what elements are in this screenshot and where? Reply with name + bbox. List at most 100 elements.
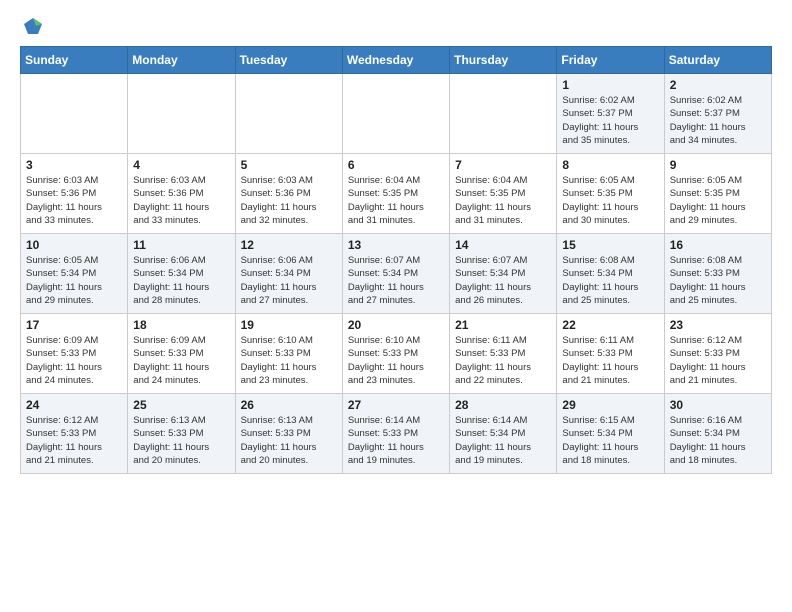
day-info: Sunrise: 6:08 AM Sunset: 5:33 PM Dayligh…	[670, 254, 766, 307]
calendar-day-cell: 8 Sunrise: 6:05 AM Sunset: 5:35 PM Daylig…	[557, 154, 664, 234]
day-info: Sunrise: 6:09 AM Sunset: 5:33 PM Dayligh…	[133, 334, 229, 387]
calendar-day-cell: 21 Sunrise: 6:11 AM Sunset: 5:33 PM Dayli…	[450, 314, 557, 394]
calendar-day-cell: 22Sunrise: 6:11 AM Sunset: 5:33 PM Dayli…	[557, 314, 664, 394]
calendar-day-cell: 7Sunrise: 6:04 AM Sunset: 5:35 PM Daylig…	[450, 154, 557, 234]
calendar-day-cell	[128, 74, 235, 154]
day-number: 20	[348, 318, 444, 332]
calendar-day-cell: 6 Sunrise: 6:04 AM Sunset: 5:35 PM Daylig…	[342, 154, 449, 234]
day-number: 12	[241, 238, 337, 252]
day-number: 5	[241, 158, 337, 172]
day-number: 21	[455, 318, 551, 332]
day-number: 8	[562, 158, 658, 172]
day-number: 27	[348, 398, 444, 412]
calendar-day-header: Tuesday	[235, 47, 342, 74]
day-number: 15	[562, 238, 658, 252]
day-info: Sunrise: 6:04 AM Sunset: 5:35 PM Dayligh…	[348, 174, 444, 227]
calendar-day-cell: 1Sunrise: 6:02 AM Sunset: 5:37 PM Daylig…	[557, 74, 664, 154]
calendar-day-cell: 27 Sunrise: 6:14 AM Sunset: 5:33 PM Dayli…	[342, 394, 449, 474]
day-info: Sunrise: 6:16 AM Sunset: 5:34 PM Dayligh…	[670, 414, 766, 467]
day-number: 19	[241, 318, 337, 332]
logo-flag-icon	[22, 16, 44, 38]
calendar-day-cell: 9Sunrise: 6:05 AM Sunset: 5:35 PM Daylig…	[664, 154, 771, 234]
day-number: 28	[455, 398, 551, 412]
day-info: Sunrise: 6:05 AM Sunset: 5:35 PM Dayligh…	[562, 174, 658, 227]
day-number: 24	[26, 398, 122, 412]
day-info: Sunrise: 6:11 AM Sunset: 5:33 PM Dayligh…	[455, 334, 551, 387]
day-info: Sunrise: 6:05 AM Sunset: 5:35 PM Dayligh…	[670, 174, 766, 227]
day-info: Sunrise: 6:06 AM Sunset: 5:34 PM Dayligh…	[133, 254, 229, 307]
day-info: Sunrise: 6:06 AM Sunset: 5:34 PM Dayligh…	[241, 254, 337, 307]
day-info: Sunrise: 6:14 AM Sunset: 5:34 PM Dayligh…	[455, 414, 551, 467]
calendar-day-cell: 30Sunrise: 6:16 AM Sunset: 5:34 PM Dayli…	[664, 394, 771, 474]
calendar-day-header: Monday	[128, 47, 235, 74]
calendar-day-header: Wednesday	[342, 47, 449, 74]
calendar-table: SundayMondayTuesdayWednesdayThursdayFrid…	[20, 46, 772, 474]
day-number: 23	[670, 318, 766, 332]
day-number: 18	[133, 318, 229, 332]
calendar-day-cell	[235, 74, 342, 154]
day-info: Sunrise: 6:02 AM Sunset: 5:37 PM Dayligh…	[670, 94, 766, 147]
day-info: Sunrise: 6:10 AM Sunset: 5:33 PM Dayligh…	[241, 334, 337, 387]
day-number: 16	[670, 238, 766, 252]
day-info: Sunrise: 6:13 AM Sunset: 5:33 PM Dayligh…	[241, 414, 337, 467]
day-number: 17	[26, 318, 122, 332]
calendar-day-cell: 5 Sunrise: 6:03 AM Sunset: 5:36 PM Daylig…	[235, 154, 342, 234]
calendar-day-cell	[450, 74, 557, 154]
day-number: 29	[562, 398, 658, 412]
calendar-week-row: 3 Sunrise: 6:03 AM Sunset: 5:36 PM Daylig…	[21, 154, 772, 234]
calendar-day-cell: 24 Sunrise: 6:12 AM Sunset: 5:33 PM Dayli…	[21, 394, 128, 474]
day-number: 25	[133, 398, 229, 412]
calendar-day-header: Sunday	[21, 47, 128, 74]
day-info: Sunrise: 6:03 AM Sunset: 5:36 PM Dayligh…	[133, 174, 229, 227]
day-number: 7	[455, 158, 551, 172]
calendar-day-cell: 20 Sunrise: 6:10 AM Sunset: 5:33 PM Dayli…	[342, 314, 449, 394]
calendar-day-cell: 26 Sunrise: 6:13 AM Sunset: 5:33 PM Dayli…	[235, 394, 342, 474]
header	[20, 16, 772, 38]
calendar-week-row: 10Sunrise: 6:05 AM Sunset: 5:34 PM Dayli…	[21, 234, 772, 314]
day-info: Sunrise: 6:14 AM Sunset: 5:33 PM Dayligh…	[348, 414, 444, 467]
day-number: 3	[26, 158, 122, 172]
day-number: 11	[133, 238, 229, 252]
calendar-week-row: 17 Sunrise: 6:09 AM Sunset: 5:33 PM Dayli…	[21, 314, 772, 394]
calendar-day-cell: 14Sunrise: 6:07 AM Sunset: 5:34 PM Dayli…	[450, 234, 557, 314]
calendar-day-cell: 10Sunrise: 6:05 AM Sunset: 5:34 PM Dayli…	[21, 234, 128, 314]
calendar-day-cell: 25 Sunrise: 6:13 AM Sunset: 5:33 PM Dayli…	[128, 394, 235, 474]
day-number: 14	[455, 238, 551, 252]
calendar-day-cell: 23 Sunrise: 6:12 AM Sunset: 5:33 PM Dayli…	[664, 314, 771, 394]
calendar-day-header: Thursday	[450, 47, 557, 74]
logo	[20, 16, 44, 38]
calendar-day-cell: 11 Sunrise: 6:06 AM Sunset: 5:34 PM Dayli…	[128, 234, 235, 314]
day-number: 26	[241, 398, 337, 412]
day-info: Sunrise: 6:10 AM Sunset: 5:33 PM Dayligh…	[348, 334, 444, 387]
day-number: 13	[348, 238, 444, 252]
calendar-day-cell: 12 Sunrise: 6:06 AM Sunset: 5:34 PM Dayli…	[235, 234, 342, 314]
calendar-week-row: 1Sunrise: 6:02 AM Sunset: 5:37 PM Daylig…	[21, 74, 772, 154]
day-number: 4	[133, 158, 229, 172]
calendar-day-cell: 28 Sunrise: 6:14 AM Sunset: 5:34 PM Dayli…	[450, 394, 557, 474]
calendar-day-cell	[21, 74, 128, 154]
calendar-day-cell: 4 Sunrise: 6:03 AM Sunset: 5:36 PM Daylig…	[128, 154, 235, 234]
calendar-day-cell: 18 Sunrise: 6:09 AM Sunset: 5:33 PM Dayli…	[128, 314, 235, 394]
calendar-day-cell: 15Sunrise: 6:08 AM Sunset: 5:34 PM Dayli…	[557, 234, 664, 314]
calendar-day-header: Friday	[557, 47, 664, 74]
calendar-day-cell: 29 Sunrise: 6:15 AM Sunset: 5:34 PM Dayli…	[557, 394, 664, 474]
calendar-day-cell: 19 Sunrise: 6:10 AM Sunset: 5:33 PM Dayli…	[235, 314, 342, 394]
day-number: 2	[670, 78, 766, 92]
day-info: Sunrise: 6:12 AM Sunset: 5:33 PM Dayligh…	[670, 334, 766, 387]
day-info: Sunrise: 6:03 AM Sunset: 5:36 PM Dayligh…	[241, 174, 337, 227]
calendar-header-row: SundayMondayTuesdayWednesdayThursdayFrid…	[21, 47, 772, 74]
day-info: Sunrise: 6:02 AM Sunset: 5:37 PM Dayligh…	[562, 94, 658, 147]
day-info: Sunrise: 6:12 AM Sunset: 5:33 PM Dayligh…	[26, 414, 122, 467]
calendar-day-cell: 16 Sunrise: 6:08 AM Sunset: 5:33 PM Dayli…	[664, 234, 771, 314]
day-info: Sunrise: 6:13 AM Sunset: 5:33 PM Dayligh…	[133, 414, 229, 467]
day-info: Sunrise: 6:05 AM Sunset: 5:34 PM Dayligh…	[26, 254, 122, 307]
calendar-day-cell: 2 Sunrise: 6:02 AM Sunset: 5:37 PM Daylig…	[664, 74, 771, 154]
calendar-day-cell: 3 Sunrise: 6:03 AM Sunset: 5:36 PM Daylig…	[21, 154, 128, 234]
day-info: Sunrise: 6:07 AM Sunset: 5:34 PM Dayligh…	[348, 254, 444, 307]
calendar-week-row: 24 Sunrise: 6:12 AM Sunset: 5:33 PM Dayli…	[21, 394, 772, 474]
day-number: 6	[348, 158, 444, 172]
calendar-day-cell	[342, 74, 449, 154]
day-info: Sunrise: 6:03 AM Sunset: 5:36 PM Dayligh…	[26, 174, 122, 227]
day-number: 22	[562, 318, 658, 332]
day-info: Sunrise: 6:15 AM Sunset: 5:34 PM Dayligh…	[562, 414, 658, 467]
